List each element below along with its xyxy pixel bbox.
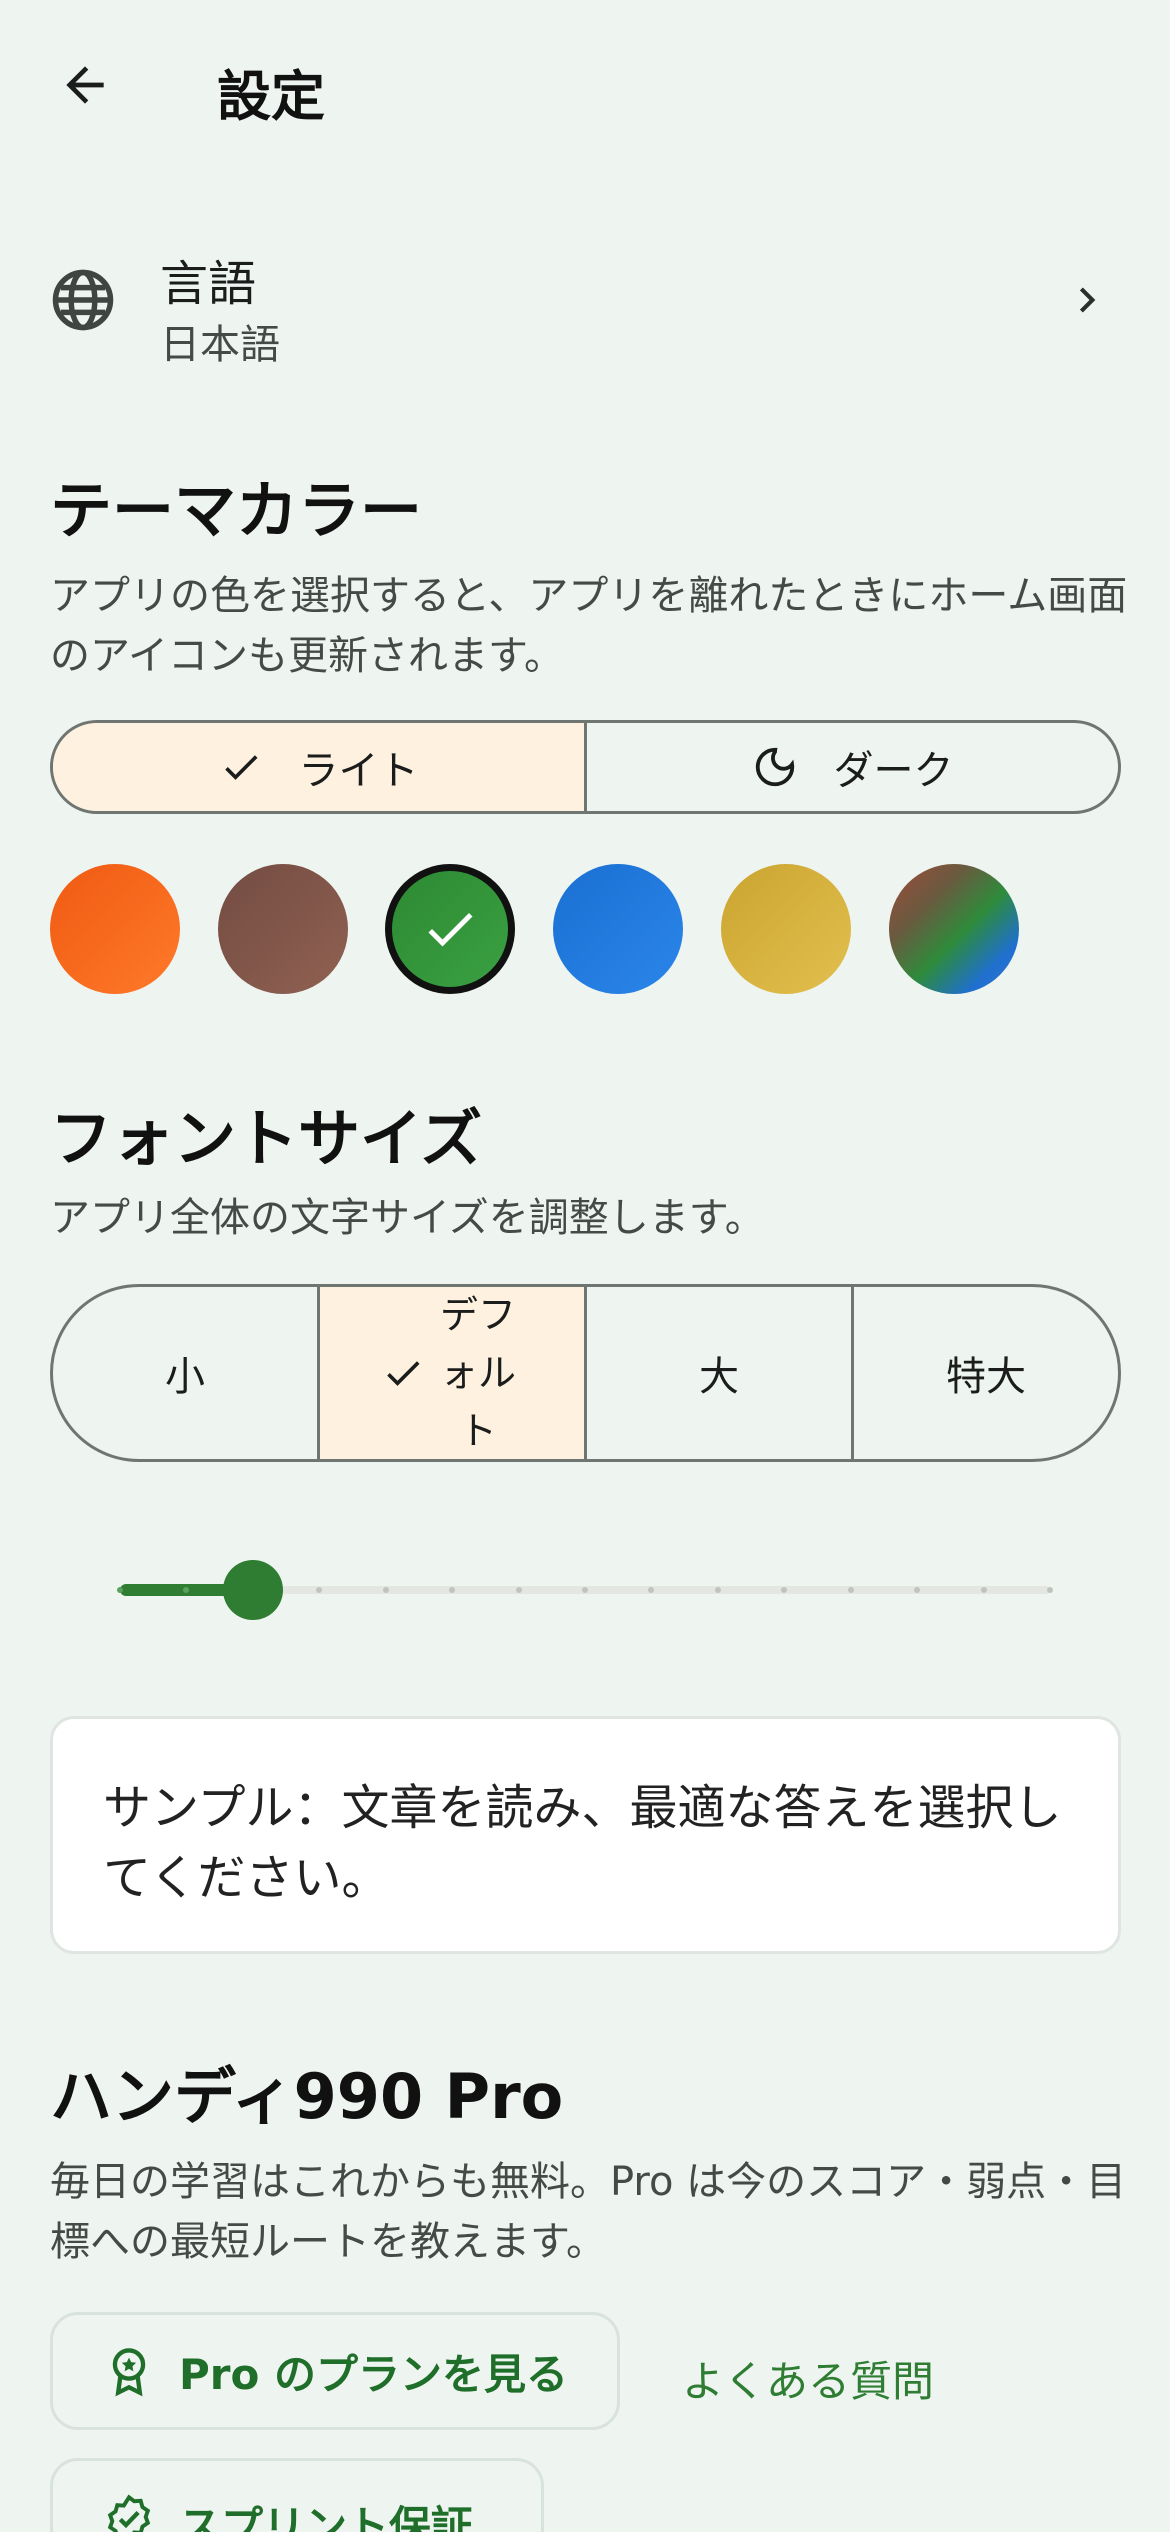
swatch-orange[interactable]	[50, 864, 180, 994]
font-size-xlarge-label: 特大	[946, 1354, 1026, 1400]
language-value: 日本語	[160, 322, 280, 368]
font-size-large-label: 大	[699, 1354, 739, 1400]
font-size-selector: 小 デフォルト 大 特大	[50, 1284, 1121, 1462]
theme-mode-dark[interactable]: ダーク	[584, 723, 1118, 811]
theme-mode-light[interactable]: ライト	[53, 723, 584, 811]
pro-description: 毎日の学習はこれからも無料。Pro は今のスコア・弱点・目標への最短ルートを教え…	[50, 2159, 1127, 2265]
font-size-default-label: デフォルト	[439, 1293, 516, 1453]
settings-page: 設定 言語 日本語 テーマカラー アプリの色を選択すると、アプリを離れたときにホ…	[0, 0, 1170, 2532]
check-icon	[428, 913, 473, 947]
slider-thumb[interactable]	[222, 1560, 283, 1620]
language-setting-row[interactable]: 言語 日本語	[0, 230, 1170, 370]
view-pro-plans-label: Pro のプランを見る	[179, 2349, 568, 2399]
back-button[interactable]	[40, 40, 130, 130]
faq-link[interactable]: よくある質問	[682, 2348, 934, 2409]
font-size-small-label: 小	[165, 1354, 205, 1400]
verified-check-icon	[107, 2494, 151, 2532]
font-size-description: アプリ全体の文字サイズを調整します。	[50, 1195, 765, 1241]
swatch-multicolor[interactable]	[889, 864, 1019, 994]
slider-step-tick	[515, 1587, 522, 1593]
slider-step-tick	[117, 1587, 123, 1593]
font-size-large[interactable]: 大	[584, 1287, 851, 1459]
slider-step-tick	[382, 1587, 389, 1593]
sprint-guarantee-label: スプリント保証	[179, 2502, 474, 2532]
theme-description: アプリの色を選択すると、アプリを離れたときにホーム画面のアイコンも更新されます。	[50, 573, 1128, 679]
language-label: 言語	[160, 256, 257, 312]
swatch-brown[interactable]	[218, 864, 348, 994]
moon-icon	[755, 747, 794, 787]
swatch-green[interactable]	[385, 864, 515, 994]
page-title: 設定	[217, 65, 325, 128]
sample-text: サンプル：文章を読み、最適な答えを選択してください。	[103, 1780, 1062, 1906]
theme-heading: テーマカラー	[50, 474, 423, 547]
font-size-default[interactable]: デフォルト	[317, 1287, 584, 1459]
slider-step-tick	[980, 1587, 987, 1593]
check-icon	[224, 755, 257, 780]
slider-step-tick	[1047, 1587, 1053, 1593]
font-size-heading: フォントサイズ	[50, 1102, 483, 1175]
font-size-small[interactable]: 小	[53, 1287, 317, 1459]
slider-step-tick	[847, 1587, 854, 1593]
theme-mode-toggle: ライト ダーク	[50, 720, 1121, 814]
view-pro-plans-button[interactable]: Pro のプランを見る	[50, 2312, 620, 2430]
sample-text-card: サンプル：文章を読み、最適な答えを選択してください。	[50, 1716, 1121, 1954]
theme-mode-dark-label: ダーク	[833, 748, 954, 794]
font-size-xlarge[interactable]: 特大	[851, 1287, 1118, 1459]
slider-step-tick	[582, 1587, 588, 1593]
swatch-mustard[interactable]	[721, 864, 851, 994]
sprint-guarantee-button[interactable]: スプリント保証	[50, 2458, 544, 2532]
chevron-right-icon	[1079, 287, 1096, 313]
theme-mode-light-label: ライト	[298, 748, 419, 794]
globe-icon	[52, 269, 114, 331]
top-app-bar: 設定	[0, 0, 1170, 175]
swatch-blue[interactable]	[553, 864, 683, 994]
award-badge-icon	[112, 2348, 146, 2397]
check-icon	[387, 1361, 420, 1386]
arrow-left-icon	[66, 66, 104, 104]
pro-heading: ハンディ990 Pro	[50, 2060, 564, 2133]
slider-step-tick	[714, 1587, 721, 1593]
font-size-slider[interactable]	[117, 1560, 1053, 1620]
